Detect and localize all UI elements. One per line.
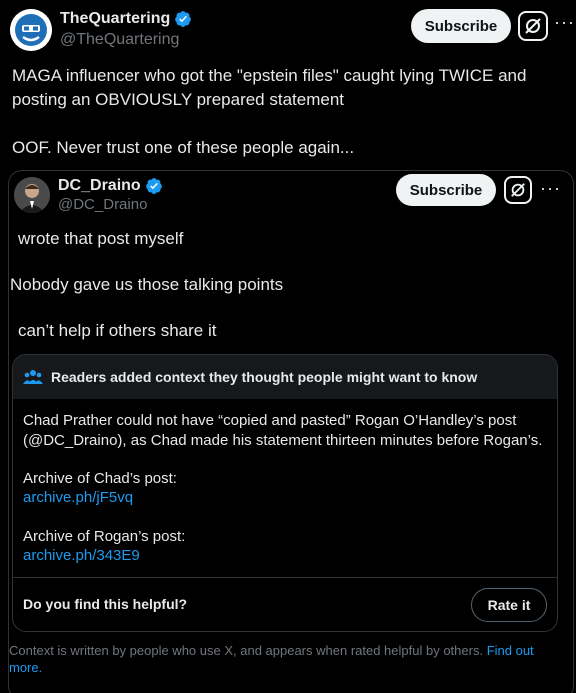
author-name[interactable]: TheQuartering — [60, 10, 192, 28]
quoted-text-line: wrote that post myself — [18, 229, 184, 248]
readers-icon — [23, 370, 43, 384]
note-archive-label: Archive of Rogan’s post: — [23, 528, 186, 545]
quoted-text-line: can’t help if others share it — [18, 321, 217, 340]
grok-icon[interactable] — [504, 176, 532, 204]
community-note: Readers added context they thought peopl… — [12, 354, 558, 632]
avatar-dc-draino[interactable] — [14, 177, 50, 213]
quoted-author-name-text[interactable]: DC_Draino — [58, 177, 141, 195]
author-name-text[interactable]: TheQuartering — [60, 10, 170, 28]
community-note-title: Readers added context they thought peopl… — [51, 369, 478, 385]
community-note-header: Readers added context they thought peopl… — [13, 355, 557, 399]
rate-it-button[interactable]: Rate it — [471, 588, 547, 622]
grok-icon[interactable] — [518, 11, 548, 41]
note-archive-label: Archive of Chad’s post: — [23, 470, 177, 487]
note-footer: Do you find this helpful? Rate it — [13, 577, 557, 631]
disclaimer-text: Context is written by people who use X, … — [9, 643, 484, 658]
post-text-line: posting an OBVIOUSLY prepared statement — [12, 90, 345, 109]
avatar-thequartering[interactable] — [10, 9, 52, 51]
more-icon[interactable]: ··· — [554, 12, 575, 33]
note-body-line: Chad Prather could not have “copied and … — [23, 412, 517, 429]
more-icon[interactable]: ··· — [540, 178, 561, 199]
post-text-line: OOF. Never trust one of these people aga… — [12, 138, 355, 157]
helpful-prompt: Do you find this helpful? — [23, 596, 188, 612]
post-text: MAGA influencer who got the "epstein fil… — [12, 64, 572, 160]
quoted-subscribe-button[interactable]: Subscribe — [396, 174, 496, 206]
verified-badge-icon — [145, 178, 162, 194]
subscribe-button[interactable]: Subscribe — [411, 9, 511, 43]
verified-badge-icon — [175, 11, 192, 27]
note-body-line: (@DC_Draino), as Chad made his statement… — [23, 432, 543, 449]
author-handle[interactable]: @TheQuartering — [60, 31, 179, 49]
quoted-author-handle[interactable]: @DC_Draino — [58, 196, 147, 213]
quoted-author-name[interactable]: DC_Draino — [58, 177, 163, 195]
note-disclaimer: Context is written by people who use X, … — [9, 642, 549, 676]
quoted-text-line: Nobody gave us those talking points — [10, 275, 284, 294]
post-text-line: MAGA influencer who got the "epstein fil… — [12, 66, 527, 85]
note-archive-link[interactable]: archive.ph/343E9 — [23, 547, 140, 564]
note-archive-link[interactable]: archive.ph/jF5vq — [23, 489, 133, 506]
